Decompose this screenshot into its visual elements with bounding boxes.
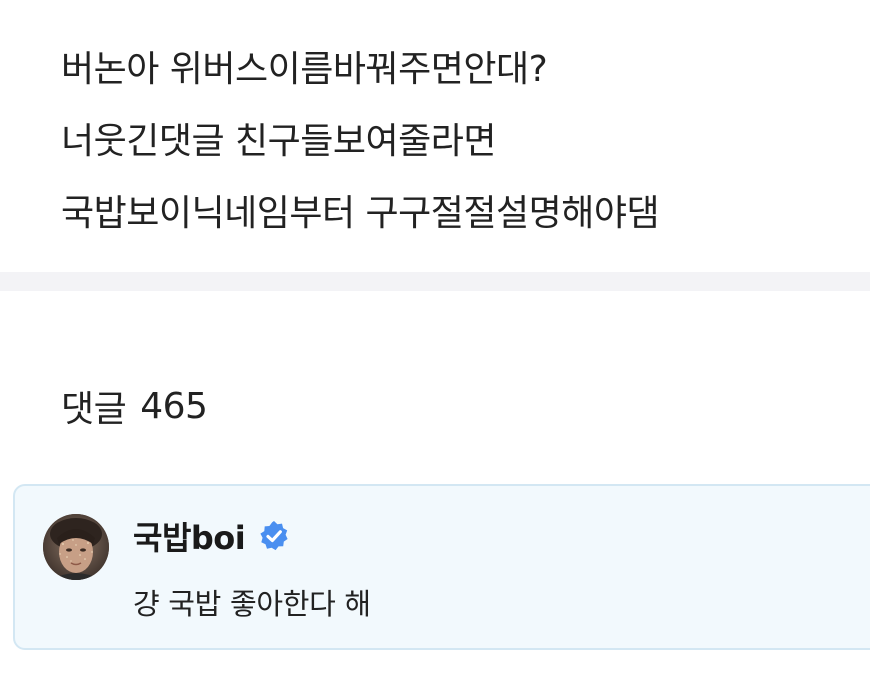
avatar-image [43,514,109,580]
comments-count: 465 [140,385,208,427]
comment-text: 걍 국밥 좋아한다 해 [133,587,371,621]
section-divider [0,272,870,291]
comment-card[interactable]: 국밥boi 걍 국밥 좋아한다 해 [13,484,870,650]
comment-author-row: 국밥boi [133,514,291,558]
avatar[interactable] [43,514,109,580]
post-text-line: 국밥보이닉네임부터 구구절절설명해야댐 [61,193,660,234]
comments-label: 댓글 [61,389,127,430]
post-text-line: 버논아 위버스이름바꿔주면안대? [61,49,548,90]
comment-author-name[interactable]: 국밥boi [133,513,246,559]
post-body: 버논아 위버스이름바꿔주면안대? 너웃긴댓글 친구들보여줄라면 국밥보이닉네임부… [61,34,851,250]
post-text-line: 너웃긴댓글 친구들보여줄라면 [61,121,497,162]
comments-header: 댓글 465 [61,376,208,436]
verified-badge-icon [257,519,291,553]
